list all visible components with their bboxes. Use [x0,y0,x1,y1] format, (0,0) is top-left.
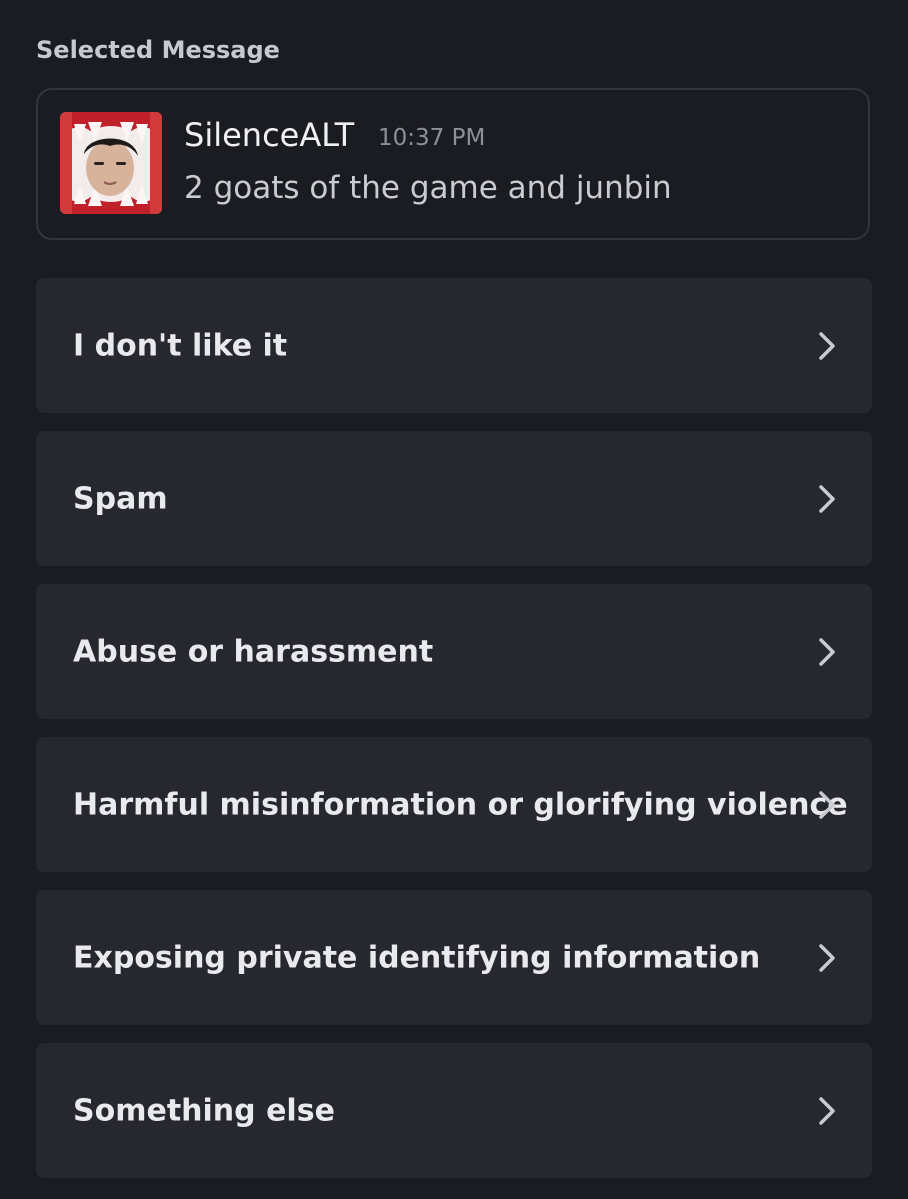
report-option-private-info[interactable]: Exposing private identifying information [36,890,872,1025]
message-timestamp: 10:37 PM [378,125,486,151]
report-option-something-else[interactable]: Something else [36,1043,872,1178]
report-option-label: Exposing private identifying information [73,940,761,975]
report-option-abuse[interactable]: Abuse or harassment [36,584,872,719]
report-option-label: Something else [73,1093,335,1128]
message-text: 2 goats of the game and junbin [184,170,672,206]
report-option-label: I don't like it [73,328,288,363]
selected-message-card: SilenceALT 10:37 PM 2 goats of the game … [36,88,870,240]
chevron-right-icon [819,484,835,513]
avatar [60,112,162,214]
selected-message-heading: Selected Message [36,36,280,64]
report-option-label: Harmful misinformation or glorifying vio… [73,787,848,822]
chevron-right-icon [819,1096,835,1125]
chevron-right-icon [819,331,835,360]
report-option-label: Spam [73,481,168,516]
chevron-right-icon [819,943,835,972]
report-option-dislike[interactable]: I don't like it [36,278,872,413]
message-author: SilenceALT [184,116,355,154]
chevron-right-icon [819,790,835,819]
report-option-label: Abuse or harassment [73,634,434,669]
report-reason-list: I don't like it Spam Abuse or harassment… [36,278,872,1196]
report-option-spam[interactable]: Spam [36,431,872,566]
chevron-right-icon [819,637,835,666]
report-option-misinformation[interactable]: Harmful misinformation or glorifying vio… [36,737,872,872]
